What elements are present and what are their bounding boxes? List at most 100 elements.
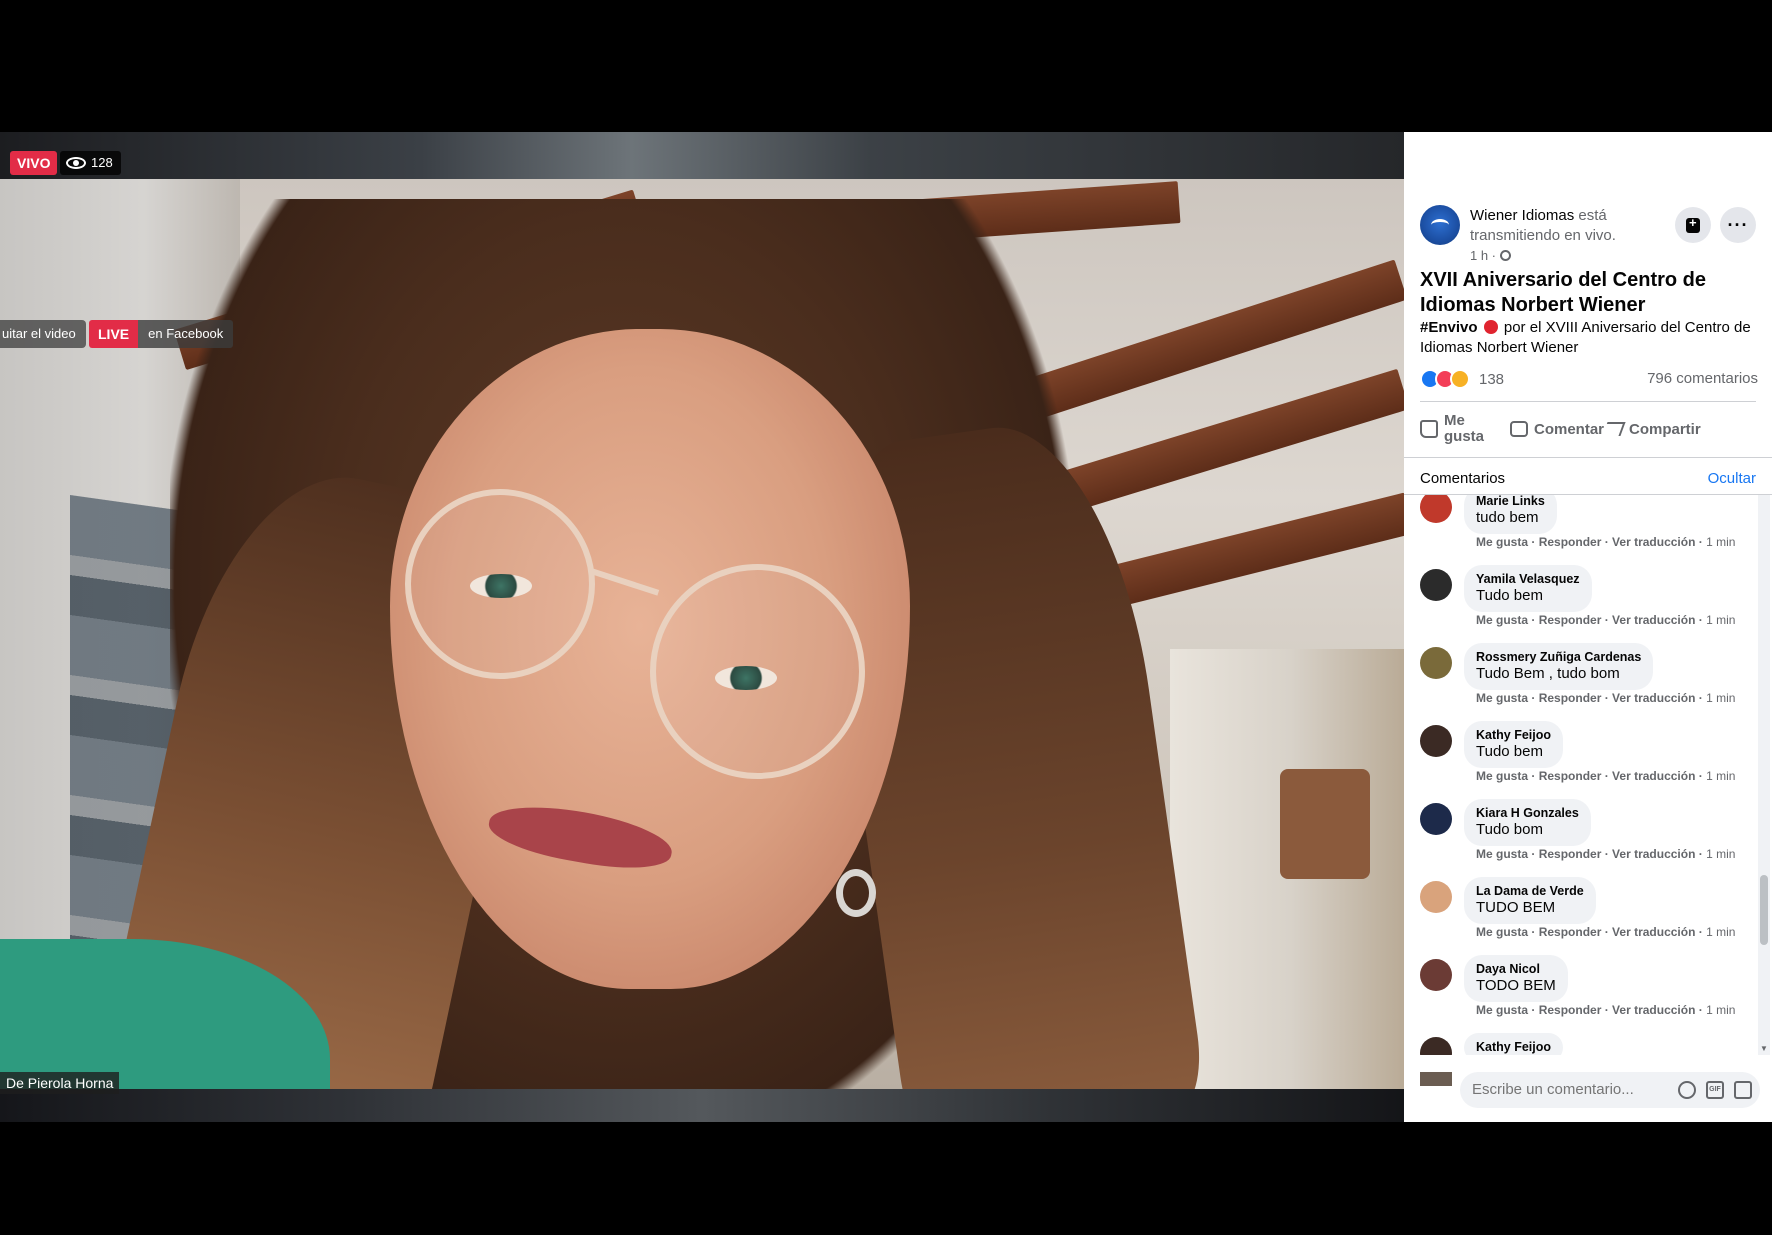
sticker-icon[interactable] bbox=[1734, 1081, 1752, 1099]
comment-translate-link[interactable]: Ver traducción bbox=[1612, 769, 1695, 783]
avatar[interactable] bbox=[1420, 881, 1452, 913]
comment-like-link[interactable]: Me gusta bbox=[1476, 847, 1528, 861]
comment-time[interactable]: 1 min bbox=[1706, 847, 1735, 861]
commenter-name[interactable]: Yamila Velasquez bbox=[1476, 571, 1580, 587]
comment-reply-link[interactable]: Responder bbox=[1539, 769, 1602, 783]
comment-translate-link[interactable]: Ver traducción bbox=[1612, 847, 1695, 861]
quit-video-button[interactable]: uitar el video bbox=[0, 320, 86, 348]
comment-like-link[interactable]: Me gusta bbox=[1476, 613, 1528, 627]
comment-time[interactable]: 1 min bbox=[1706, 691, 1735, 705]
comment-translate-link[interactable]: Ver traducción bbox=[1612, 691, 1695, 705]
comment-composer: GIF bbox=[1420, 1072, 1760, 1110]
commenter-name[interactable]: Marie Links bbox=[1476, 495, 1545, 509]
comment-like-link[interactable]: Me gusta bbox=[1476, 1003, 1528, 1017]
comment-reply-link[interactable]: Responder bbox=[1539, 613, 1602, 627]
save-button[interactable] bbox=[1675, 207, 1711, 243]
glasses-lens-right bbox=[650, 564, 865, 779]
commenter-name[interactable]: Kathy Feijoo bbox=[1476, 1039, 1551, 1055]
care-reaction-icon bbox=[1450, 369, 1470, 389]
scrollbar-thumb[interactable] bbox=[1760, 875, 1768, 945]
comment-bubble: Kathy Feijoo Tudo bem bbox=[1464, 721, 1564, 768]
comment-text: tudo bem bbox=[1476, 509, 1539, 526]
comment-item: Yamila Velasquez Tudo bem Me gusta · Res… bbox=[1420, 565, 1750, 643]
comment-bubble: La Dama de Verde TUDO BEM bbox=[1464, 877, 1596, 924]
commenter-name[interactable]: Daya Nicol bbox=[1476, 961, 1556, 977]
comment-reply-link[interactable]: Responder bbox=[1539, 1003, 1602, 1017]
comments-title: Comentarios bbox=[1420, 469, 1506, 487]
post-time[interactable]: 1 h · bbox=[1470, 248, 1496, 263]
comment-translate-link[interactable]: Ver traducción bbox=[1612, 535, 1695, 549]
divider bbox=[1404, 457, 1772, 458]
comment-text: Tudo bem bbox=[1476, 587, 1543, 604]
avatar[interactable] bbox=[1420, 725, 1452, 757]
divider bbox=[1420, 401, 1756, 402]
avatar[interactable] bbox=[1420, 1037, 1452, 1055]
commenter-name[interactable]: La Dama de Verde bbox=[1476, 883, 1584, 899]
comment-time[interactable]: 1 min bbox=[1706, 769, 1735, 783]
comment-like-link[interactable]: Me gusta bbox=[1476, 925, 1528, 939]
comment-bubble: Marie Links tudo bem bbox=[1464, 495, 1557, 534]
comment-text: TUDO BEM bbox=[1476, 899, 1556, 916]
comments-scrollbar[interactable]: ▼ bbox=[1758, 495, 1770, 1055]
post-title: XVII Aniversario del Centro de Idiomas N… bbox=[1420, 269, 1707, 316]
comment-meta: Me gusta · Responder · Ver traducción · … bbox=[1476, 535, 1736, 549]
reaction-count: 138 bbox=[1479, 370, 1505, 388]
comment-item: Kathy Feijoo bbox=[1420, 1033, 1750, 1055]
comment-list[interactable]: Marie Links tudo bem Me gusta · Responde… bbox=[1404, 495, 1772, 1055]
comment-like-link[interactable]: Me gusta bbox=[1476, 769, 1528, 783]
reactions-summary[interactable]: 138 bbox=[1420, 368, 1504, 390]
commenter-name[interactable]: Kiara H Gonzales bbox=[1476, 805, 1579, 821]
comment-text: TODO BEM bbox=[1476, 977, 1556, 994]
comment-like-link[interactable]: Me gusta bbox=[1476, 535, 1528, 549]
comment-count-link[interactable]: 796 comentarios bbox=[1647, 370, 1758, 387]
hashtag-link[interactable]: #Envivo bbox=[1420, 319, 1478, 336]
comment-time[interactable]: 1 min bbox=[1706, 1003, 1735, 1017]
comments-header: Comentarios Ocultar bbox=[1420, 462, 1756, 494]
comment-translate-link[interactable]: Ver traducción bbox=[1612, 1003, 1695, 1017]
comment-translate-link[interactable]: Ver traducción bbox=[1612, 925, 1695, 939]
comment-label: Comentar bbox=[1534, 420, 1605, 438]
page-avatar[interactable] bbox=[1420, 205, 1460, 245]
comment-time[interactable]: 1 min bbox=[1706, 613, 1735, 627]
avatar[interactable] bbox=[1420, 569, 1452, 601]
comment-translate-link[interactable]: Ver traducción bbox=[1612, 613, 1695, 627]
scroll-down-arrow-icon[interactable]: ▼ bbox=[1760, 1044, 1768, 1053]
comment-meta: Me gusta · Responder · Ver traducción · … bbox=[1476, 691, 1736, 705]
viewer-count: 128 bbox=[91, 155, 113, 170]
comment-item: Marie Links tudo bem Me gusta · Responde… bbox=[1420, 495, 1750, 565]
avatar[interactable] bbox=[1420, 647, 1452, 679]
gif-icon[interactable]: GIF bbox=[1706, 1081, 1724, 1099]
page-name-link[interactable]: Wiener Idiomas bbox=[1470, 207, 1574, 224]
commenter-name[interactable]: Rossmery Zuñiga Cardenas bbox=[1476, 649, 1641, 665]
comment-reply-link[interactable]: Responder bbox=[1539, 691, 1602, 705]
more-options-button[interactable]: ··· bbox=[1720, 207, 1756, 243]
current-user-avatar bbox=[1420, 1072, 1452, 1086]
avatar[interactable] bbox=[1420, 959, 1452, 991]
share-button[interactable]: Compartir bbox=[1602, 408, 1715, 450]
comment-reply-link[interactable]: Responder bbox=[1539, 535, 1602, 549]
live-tag: LIVE bbox=[89, 320, 139, 348]
like-button[interactable]: Me gusta bbox=[1420, 408, 1510, 450]
comment-meta: Me gusta · Responder · Ver traducción · … bbox=[1476, 847, 1736, 861]
comment-like-link[interactable]: Me gusta bbox=[1476, 691, 1528, 705]
comment-reply-link[interactable]: Responder bbox=[1539, 925, 1602, 939]
live-badge: VIVO bbox=[10, 151, 58, 175]
avatar[interactable] bbox=[1420, 803, 1452, 835]
comment-meta: Me gusta · Responder · Ver traducción · … bbox=[1476, 1003, 1736, 1017]
comment-item: La Dama de Verde TUDO BEM Me gusta · Res… bbox=[1420, 877, 1750, 955]
post-body: #Envivo por el XVIII Aniversario del Cen… bbox=[1420, 318, 1760, 358]
live-suffix: en Facebook bbox=[138, 320, 234, 348]
comment-time[interactable]: 1 min bbox=[1706, 535, 1735, 549]
emoji-icon[interactable] bbox=[1678, 1081, 1696, 1099]
comment-time[interactable]: 1 min bbox=[1706, 925, 1735, 939]
speaker-name-tag: De Pierola Horna bbox=[0, 1072, 120, 1094]
comment-text: Tudo bom bbox=[1476, 821, 1543, 838]
live-video-player[interactable]: VIVO 128 uitar el video LIVE en Facebook… bbox=[0, 132, 1404, 1122]
comment-button[interactable]: Comentar bbox=[1510, 408, 1605, 450]
comment-reply-link[interactable]: Responder bbox=[1539, 847, 1602, 861]
avatar[interactable] bbox=[1420, 495, 1452, 523]
comment-item: Kiara H Gonzales Tudo bom Me gusta · Res… bbox=[1420, 799, 1750, 877]
hide-comments-link[interactable]: Ocultar bbox=[1708, 470, 1756, 487]
comment-bubble: Kathy Feijoo bbox=[1464, 1033, 1564, 1055]
commenter-name[interactable]: Kathy Feijoo bbox=[1476, 727, 1551, 743]
